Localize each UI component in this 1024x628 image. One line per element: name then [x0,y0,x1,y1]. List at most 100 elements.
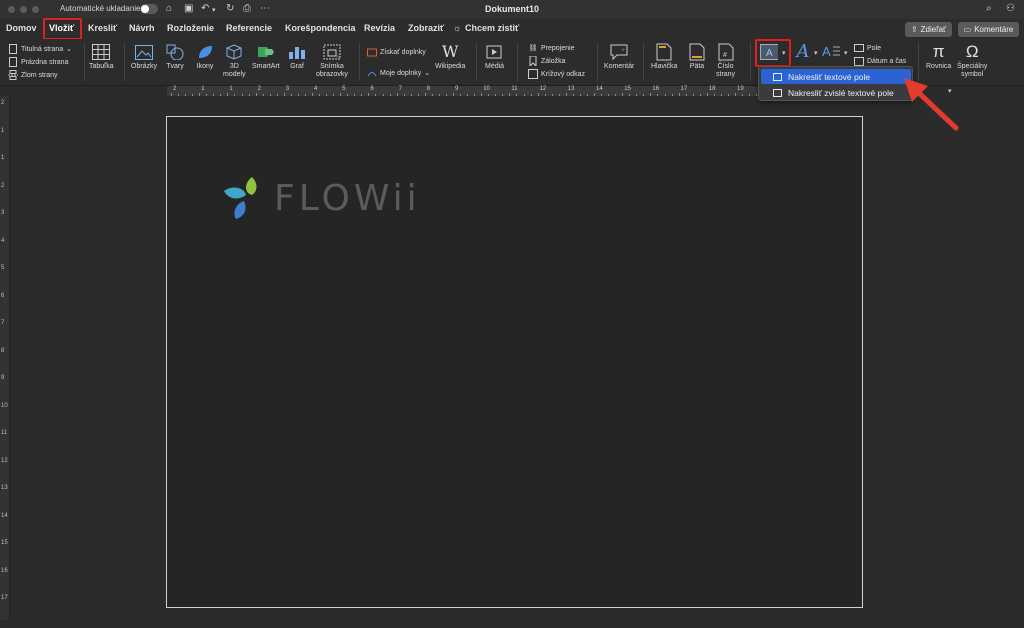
ruler-number: 17 [1,595,8,601]
share-button[interactable]: ⇪ Zdieľať [905,22,952,37]
ruler-tick [340,93,342,96]
ruler-number: 5 [342,86,346,92]
menu-item-draw-textbox[interactable]: Nakresliť textové pole [761,69,911,84]
wordart-button[interactable]: A [794,43,812,63]
ruler-tick [312,93,313,96]
red-arrow-annotation [904,78,959,131]
ruler-tick [579,94,581,96]
tab-mailings[interactable]: Korešpondencia [285,23,356,33]
account-icon[interactable]: ⚇ [1006,3,1015,14]
tab-layout[interactable]: Rozloženie [167,23,214,33]
ruler-tick [354,94,356,96]
bar-chart-icon [288,43,306,61]
tab-review[interactable]: Revízia [364,23,395,33]
pictures-button[interactable]: Obrázky [131,43,157,71]
vertical-textbox-small-icon [773,88,782,97]
tab-home[interactable]: Domov [6,23,37,33]
ruler-tick [178,94,180,96]
ruler-number: 9 [1,375,5,381]
smartart-button[interactable]: SmartArt [252,43,280,71]
screenshot-button[interactable]: + Snímka obrazovky [316,43,348,79]
media-button[interactable]: Médiá [485,43,504,71]
svg-text:#: # [723,52,727,59]
ruler-tick [361,94,363,96]
ruler-tick [678,93,680,96]
ruler-number: 2 [173,86,177,92]
ruler-tick [297,94,299,96]
ruler-tick [586,94,588,96]
icons-button[interactable]: Ikony [196,43,214,71]
ruler-number: 9 [455,86,459,92]
dropcap-button[interactable]: A [822,43,840,63]
ruler-number: 7 [1,320,5,326]
comment-label: Komentár [604,63,635,70]
ruler-tick [220,94,222,96]
link-button[interactable]: ⛓ Prepojenie [528,43,575,53]
search-icon[interactable]: ⌕ [986,3,992,14]
wikipedia-label: Wikipedia [435,63,466,70]
wikipedia-button[interactable]: W Wikipedia [435,43,465,71]
ruler-number: 1 [1,127,5,134]
picture-icon [135,43,154,61]
blank-page-button[interactable]: Prázdna strana [8,57,68,67]
ruler-number: 2 [1,100,5,106]
media-icon [486,43,504,61]
field-button[interactable]: Pole [854,43,881,53]
tab-references[interactable]: Referencie [226,23,272,33]
ruler-number: 2 [1,182,5,189]
ruler-tick [643,94,645,96]
ruler-tick [664,94,666,96]
ruler-tick [382,94,384,96]
tab-view[interactable]: Zobraziť [408,23,444,33]
ruler-tick [241,94,243,96]
ruler-number: 3 [285,86,290,92]
table-button[interactable]: Tabuľka [89,43,114,71]
omega-icon: Ω [965,42,979,61]
ruler-tick [403,94,405,96]
cover-page-button[interactable]: Titulná strana ⌄ [8,44,72,54]
vertical-ruler[interactable]: 21123456789101112131415161718 [0,96,10,628]
page-break-button[interactable]: Zlom strany [8,70,58,80]
tab-design[interactable]: Návrh [129,23,155,33]
ruler-tick [622,93,624,96]
ruler-number: 11 [511,86,518,92]
cross-reference-button[interactable]: Krížový odkaz [528,69,585,79]
my-addins-button[interactable]: Moje doplnky ⌄ [367,68,430,78]
tell-me-search[interactable]: Chcem zistiť [465,23,519,33]
ruler-number: 13 [1,485,8,491]
comment-button[interactable]: + Komentár [604,43,634,71]
equation-button[interactable]: π Rovnica [926,43,951,71]
store-icon [367,47,377,57]
dropcap-dropdown-icon[interactable]: ▾ [844,49,848,57]
symbol-button[interactable]: Ω Špeciálny symbol [957,43,987,79]
ruler-number: 17 [680,86,688,92]
wikipedia-icon: W [441,42,459,61]
ruler-tick [248,94,250,96]
datetime-button[interactable]: Dátum a čas [854,56,906,66]
get-addins-button[interactable]: Získať doplnky [367,47,426,57]
bookmark-button[interactable]: Záložka [528,56,566,66]
cover-page-label: Titulná strana [21,45,64,53]
tab-draw[interactable]: Kresliť [88,23,117,33]
ruler-tick [396,93,398,96]
ruler-tick [572,94,574,96]
wordart-dropdown-icon[interactable]: ▾ [814,49,818,57]
menu-item-label: Nakresliť textové pole [788,71,871,82]
chart-button[interactable]: Graf [288,43,306,71]
3d-models-button[interactable]: 3D modely [223,43,246,79]
comments-button[interactable]: ▭ Komentáre [958,22,1019,37]
page-number-button[interactable]: # Číslo strany [716,43,735,79]
ruler-tick [565,93,567,96]
ruler-tick [671,94,673,96]
header-button[interactable]: Hlavička [651,43,677,71]
ruler-tick [269,94,271,96]
screenshot-label-2: obrazovky [316,71,348,78]
shapes-button[interactable]: Tvary [166,43,184,71]
chevron-down-icon: ⌄ [424,70,431,77]
footer-button[interactable]: Päta [688,43,706,71]
ribbon-separator [597,43,598,81]
field-label: Pole [867,44,882,52]
chart-label: Graf [290,63,304,70]
menu-item-draw-vertical-textbox[interactable]: Nakresliť zvislé textové pole [761,85,911,100]
menu-item-label: Nakresliť zvislé textové pole [788,87,894,98]
